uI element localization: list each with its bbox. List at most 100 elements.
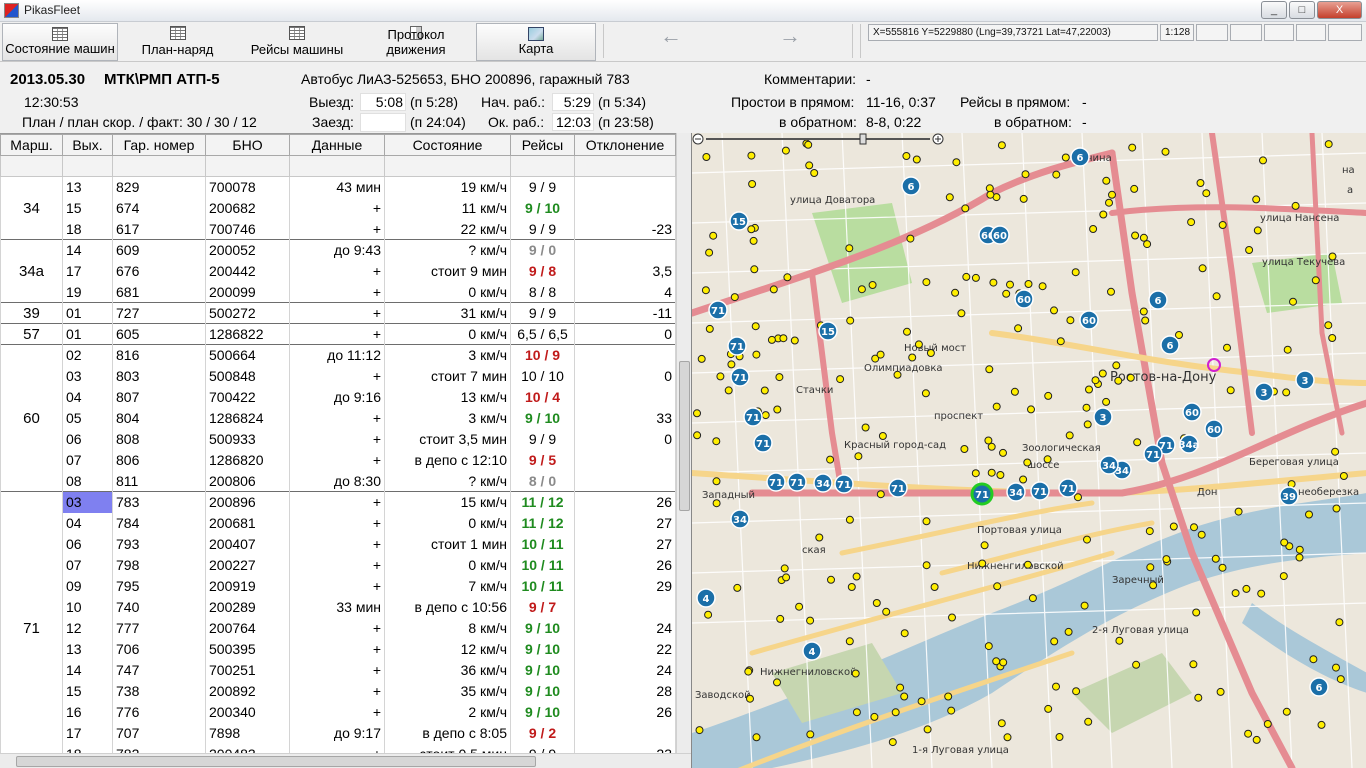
bno-cell[interactable]: 200227: [205, 554, 290, 576]
bus-marker[interactable]: 3: [1295, 370, 1315, 390]
filter-cell[interactable]: [0, 155, 63, 177]
bno-cell[interactable]: 200099: [205, 281, 290, 303]
bno-cell[interactable]: 200919: [205, 575, 290, 597]
table-row[interactable]: 06 793 200407 + стоит 1 мин 10 / 11 27: [1, 533, 676, 555]
scrollbar-thumb[interactable]: [16, 756, 536, 767]
exit-cell[interactable]: 05: [62, 407, 113, 429]
deviation-cell[interactable]: 0: [574, 428, 676, 450]
trips-cell[interactable]: 9 / 10: [510, 701, 575, 723]
trips-cell[interactable]: 9 / 9: [510, 428, 575, 450]
garage-number-cell[interactable]: 707: [112, 722, 206, 744]
trips-cell[interactable]: 11 / 12: [510, 491, 575, 513]
bus-marker[interactable]: 3: [1093, 407, 1113, 427]
table-row[interactable]: 15 674 200682 +11 км/ч 9 / 10: [1, 197, 676, 219]
table-row[interactable]: 16 776 200340 +2 км/ч 9 / 10 26: [1, 701, 676, 723]
garage-number-cell[interactable]: 806: [112, 449, 206, 471]
state-cell[interactable]: 15 км/ч: [384, 491, 511, 513]
garage-number-cell[interactable]: 808: [112, 428, 206, 450]
bus-marker[interactable]: 71: [787, 472, 807, 492]
trips-cell[interactable]: 9 / 10: [510, 638, 575, 660]
garage-number-cell[interactable]: 706: [112, 638, 206, 660]
exit-cell[interactable]: 15: [62, 197, 113, 219]
exit-cell[interactable]: 07: [62, 554, 113, 576]
bus-marker[interactable]: 34а: [1179, 434, 1200, 454]
bno-cell[interactable]: 700746: [205, 218, 290, 240]
bus-marker[interactable]: 6: [1160, 335, 1180, 355]
bus-marker[interactable]: 60: [1014, 289, 1034, 309]
column-header-deviation[interactable]: Отклонение: [574, 134, 676, 156]
bus-marker[interactable]: 6: [1309, 677, 1329, 697]
trips-cell[interactable]: 9 / 5: [510, 449, 575, 471]
bus-marker[interactable]: 15: [729, 211, 749, 231]
trips-cell[interactable]: 9 / 2: [510, 722, 575, 744]
state-cell[interactable]: 0 км/ч: [384, 554, 511, 576]
route-cell[interactable]: 34а: [0, 239, 63, 303]
bus-marker[interactable]: 71: [730, 367, 750, 387]
garage-number-cell[interactable]: 740: [112, 596, 206, 618]
column-header-exit[interactable]: Вых.: [62, 134, 113, 156]
trips-cell[interactable]: 9 / 10: [510, 659, 575, 681]
map-canvas[interactable]: Ростов-на-Дону Новый мост Олимпиадовка К…: [692, 133, 1366, 768]
table-row[interactable]: 06 808 500933 + стоит 3,5 мин 9 / 90: [1, 428, 676, 450]
state-cell[interactable]: в депо с 10:56: [384, 596, 511, 618]
tab-map[interactable]: Карта: [476, 23, 596, 61]
state-cell[interactable]: 22 км/ч: [384, 218, 511, 240]
data-cell[interactable]: +: [289, 218, 385, 240]
table-row[interactable]: 07 798 200227 +0 км/ч 10 / 11 26: [1, 554, 676, 576]
trips-cell[interactable]: 9 / 8: [510, 260, 575, 282]
garage-number-cell[interactable]: 605: [112, 323, 206, 345]
state-cell[interactable]: ? км/ч: [384, 470, 511, 492]
table-row[interactable]: 57 01 605 1286822 +0 км/ч 6,5 / 6,5 0: [0, 323, 676, 345]
state-cell[interactable]: 0 км/ч: [384, 512, 511, 534]
trips-cell[interactable]: 9 / 10: [510, 617, 575, 639]
data-cell[interactable]: до 11:12: [289, 344, 385, 366]
deviation-cell[interactable]: [574, 449, 676, 471]
data-cell[interactable]: +: [289, 638, 385, 660]
deviation-cell[interactable]: 29: [574, 575, 676, 597]
trips-cell[interactable]: 10 / 4: [510, 386, 575, 408]
exit-cell[interactable]: 01: [62, 302, 113, 324]
filter-cell[interactable]: [574, 155, 676, 177]
bus-marker[interactable]: 4: [802, 641, 822, 661]
bno-cell[interactable]: 500395: [205, 638, 290, 660]
route-cell[interactable]: 39: [0, 302, 63, 324]
garage-number-cell[interactable]: 783: [112, 491, 206, 513]
filter-cell[interactable]: [510, 155, 575, 177]
bno-cell[interactable]: 700078: [205, 176, 290, 198]
route-cell[interactable]: 34: [0, 176, 63, 240]
table-row[interactable]: 03 803 500848 + стоит 7 мин 10 / 10 0: [1, 365, 676, 387]
exit-cell[interactable]: 06: [62, 533, 113, 555]
filter-cell[interactable]: [112, 155, 206, 177]
deviation-cell[interactable]: [574, 722, 676, 744]
garage-number-cell[interactable]: 807: [112, 386, 206, 408]
data-cell[interactable]: до 9:16: [289, 386, 385, 408]
state-cell[interactable]: стоит 3,5 мин: [384, 428, 511, 450]
tab-vehicle-status[interactable]: Состояние машин: [2, 23, 118, 61]
data-cell[interactable]: +: [289, 617, 385, 639]
exit-cell[interactable]: 09: [62, 575, 113, 597]
trips-cell[interactable]: 9 / 9: [510, 743, 575, 753]
state-cell[interactable]: стоит 7 мин: [384, 365, 511, 387]
data-cell[interactable]: +: [289, 512, 385, 534]
exit-cell[interactable]: 12: [62, 617, 113, 639]
trips-cell[interactable]: 9 / 7: [510, 596, 575, 618]
garage-number-cell[interactable]: 727: [112, 302, 206, 324]
trips-cell[interactable]: 9 / 10: [510, 197, 575, 219]
state-cell[interactable]: ? км/ч: [384, 239, 511, 261]
bus-marker[interactable]: 39: [1279, 486, 1299, 506]
trips-cell[interactable]: 9 / 9: [510, 176, 575, 198]
bno-cell[interactable]: 200483: [205, 743, 290, 753]
trips-cell[interactable]: 9 / 10: [510, 407, 575, 429]
state-cell[interactable]: 19 км/ч: [384, 176, 511, 198]
bno-cell[interactable]: 200682: [205, 197, 290, 219]
bus-marker[interactable]: 6: [1148, 290, 1168, 310]
data-cell[interactable]: +: [289, 533, 385, 555]
garage-number-cell[interactable]: 784: [112, 512, 206, 534]
bno-cell[interactable]: 7898: [205, 722, 290, 744]
data-cell[interactable]: +: [289, 281, 385, 303]
bus-marker[interactable]: 60: [1182, 402, 1202, 422]
maximize-button[interactable]: □: [1289, 1, 1315, 19]
state-cell[interactable]: 3 км/ч: [384, 407, 511, 429]
deviation-cell[interactable]: 27: [574, 533, 676, 555]
exit-cell[interactable]: 10: [62, 596, 113, 618]
